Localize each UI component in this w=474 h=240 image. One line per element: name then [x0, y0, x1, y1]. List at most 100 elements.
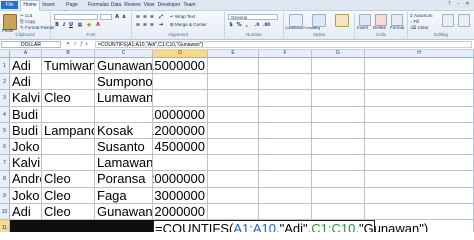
cell-g10[interactable] — [312, 203, 365, 220]
cell-styles-icon[interactable] — [335, 14, 349, 27]
cell-d4[interactable]: 10000000 — [153, 106, 208, 123]
cell-a8[interactable]: Andre — [10, 171, 42, 188]
cell-a1[interactable]: Adi — [10, 58, 42, 75]
tab-page-layout[interactable]: Page Layout — [58, 1, 86, 16]
cell-f10[interactable] — [259, 203, 312, 220]
cell-f1[interactable] — [259, 58, 312, 75]
cell-b8[interactable]: Cleo — [42, 171, 95, 188]
font-color-icon[interactable]: A — [95, 22, 101, 28]
cell-c7[interactable]: Lamawang — [95, 155, 153, 172]
cell-h9[interactable] — [365, 187, 474, 204]
row-header-9[interactable]: 9 — [0, 187, 10, 204]
minimize-ribbon-icon[interactable]: – — [455, 1, 462, 8]
cell-c4[interactable] — [95, 106, 153, 123]
tab-developer[interactable]: Developer — [157, 1, 181, 9]
cell-g7[interactable] — [312, 155, 365, 172]
cell-e1[interactable] — [208, 58, 259, 75]
cell-c11[interactable] — [95, 220, 153, 232]
cell-b5[interactable]: Lampano — [42, 122, 95, 139]
cell-c10[interactable]: Gunawan — [95, 203, 153, 220]
cell-e8[interactable] — [208, 171, 259, 188]
conditional-formatting-button[interactable]: Conditional Formatting — [285, 25, 320, 31]
cell-d5[interactable]: 12000000 — [153, 122, 208, 139]
fill-color-icon[interactable]: ◆ — [86, 22, 92, 28]
italic-icon[interactable]: I — [61, 22, 67, 28]
cell-g3[interactable] — [312, 90, 365, 107]
tab-home[interactable]: Home — [20, 0, 40, 11]
decrease-decimal-icon[interactable]: .00 — [263, 22, 270, 28]
align-left-icon[interactable]: ≡ — [135, 22, 141, 28]
cell-e7[interactable] — [208, 155, 259, 172]
cell-c8[interactable]: Poransa — [95, 171, 153, 188]
cell-a2[interactable]: Adi — [10, 74, 42, 91]
percent-icon[interactable]: % — [236, 22, 242, 28]
cell-a10[interactable]: Adi — [10, 203, 42, 220]
cell-g9[interactable] — [312, 187, 365, 204]
cell-b11[interactable] — [42, 220, 95, 232]
row-header-11[interactable]: 11 — [0, 220, 10, 232]
cell-f9[interactable] — [259, 187, 312, 204]
wrap-text-button[interactable]: ↵ Wrap Text — [170, 14, 195, 20]
column-header-h[interactable]: H — [365, 50, 474, 58]
cell-e2[interactable] — [208, 74, 259, 91]
grow-font-icon[interactable]: A — [114, 14, 120, 20]
cell-h7[interactable] — [365, 155, 474, 172]
sort-filter-icon[interactable] — [442, 14, 454, 27]
tab-review[interactable]: Review — [124, 1, 141, 9]
font-name-select[interactable] — [54, 14, 98, 20]
font-size-select[interactable] — [100, 14, 112, 20]
format-painter-button[interactable]: ✎ Format Painter — [20, 25, 55, 31]
column-header-g[interactable]: G — [312, 50, 365, 58]
cell-g6[interactable] — [312, 139, 365, 156]
cell-e10[interactable] — [208, 203, 259, 220]
cell-b1[interactable]: Tumiwang — [42, 58, 95, 75]
cell-h10[interactable] — [365, 203, 474, 220]
clear-button[interactable]: ⌫ Clear — [410, 25, 428, 31]
cell-a5[interactable]: Budi — [10, 122, 42, 139]
cell-g4[interactable] — [312, 106, 365, 123]
tab-data[interactable]: Data — [110, 1, 122, 9]
cell-e4[interactable] — [208, 106, 259, 123]
column-header-b[interactable]: B — [42, 50, 95, 58]
align-bottom-icon[interactable]: ≡ — [149, 14, 155, 20]
number-format-select[interactable]: General — [228, 14, 278, 20]
borders-icon[interactable]: ▦ — [77, 22, 83, 28]
cell-b4[interactable] — [42, 106, 95, 123]
column-header-e[interactable]: E — [208, 50, 259, 58]
cell-f2[interactable] — [259, 74, 312, 91]
cell-g2[interactable] — [312, 74, 365, 91]
cell-c9[interactable]: Faga — [95, 187, 153, 204]
indent-icon[interactable]: ⇥ — [158, 22, 164, 28]
row-header-1[interactable]: 1 — [0, 58, 10, 75]
orientation-icon[interactable]: ⤢ — [158, 14, 164, 20]
cell-f6[interactable] — [259, 139, 312, 156]
cell-f8[interactable] — [259, 171, 312, 188]
cell-h8[interactable] — [365, 171, 474, 188]
merge-center-button[interactable]: ⊞ Merge & Center — [170, 22, 207, 28]
cell-d10[interactable]: 2000000 — [153, 203, 208, 220]
help-icon[interactable]: ? — [446, 1, 453, 8]
column-header-d[interactable]: D — [153, 50, 208, 58]
cell-a4[interactable]: Budi — [10, 106, 42, 123]
cell-f4[interactable] — [259, 106, 312, 123]
cell-b9[interactable]: Cleo — [42, 187, 95, 204]
delete-button[interactable]: Delete — [373, 25, 386, 31]
cell-e5[interactable] — [208, 122, 259, 139]
cell-c5[interactable]: Kosak — [95, 122, 153, 139]
format-button[interactable]: Format — [390, 25, 404, 31]
comma-style-icon[interactable]: , — [244, 22, 250, 28]
cell-d7[interactable] — [153, 155, 208, 172]
cell-a9[interactable]: Joko — [10, 187, 42, 204]
row-header-10[interactable]: 10 — [0, 203, 10, 220]
bold-icon[interactable]: B — [54, 22, 60, 28]
column-header-a[interactable]: A — [10, 50, 42, 58]
cell-e9[interactable] — [208, 187, 259, 204]
cell-d8[interactable]: 20000000 — [153, 171, 208, 188]
cell-g5[interactable] — [312, 122, 365, 139]
tab-file[interactable]: File — [1, 1, 18, 9]
cell-e6[interactable] — [208, 139, 259, 156]
cell-a6[interactable]: Joko — [10, 139, 42, 156]
cell-h1[interactable] — [365, 58, 474, 75]
column-header-f[interactable]: F — [259, 50, 312, 58]
cell-b7[interactable] — [42, 155, 95, 172]
